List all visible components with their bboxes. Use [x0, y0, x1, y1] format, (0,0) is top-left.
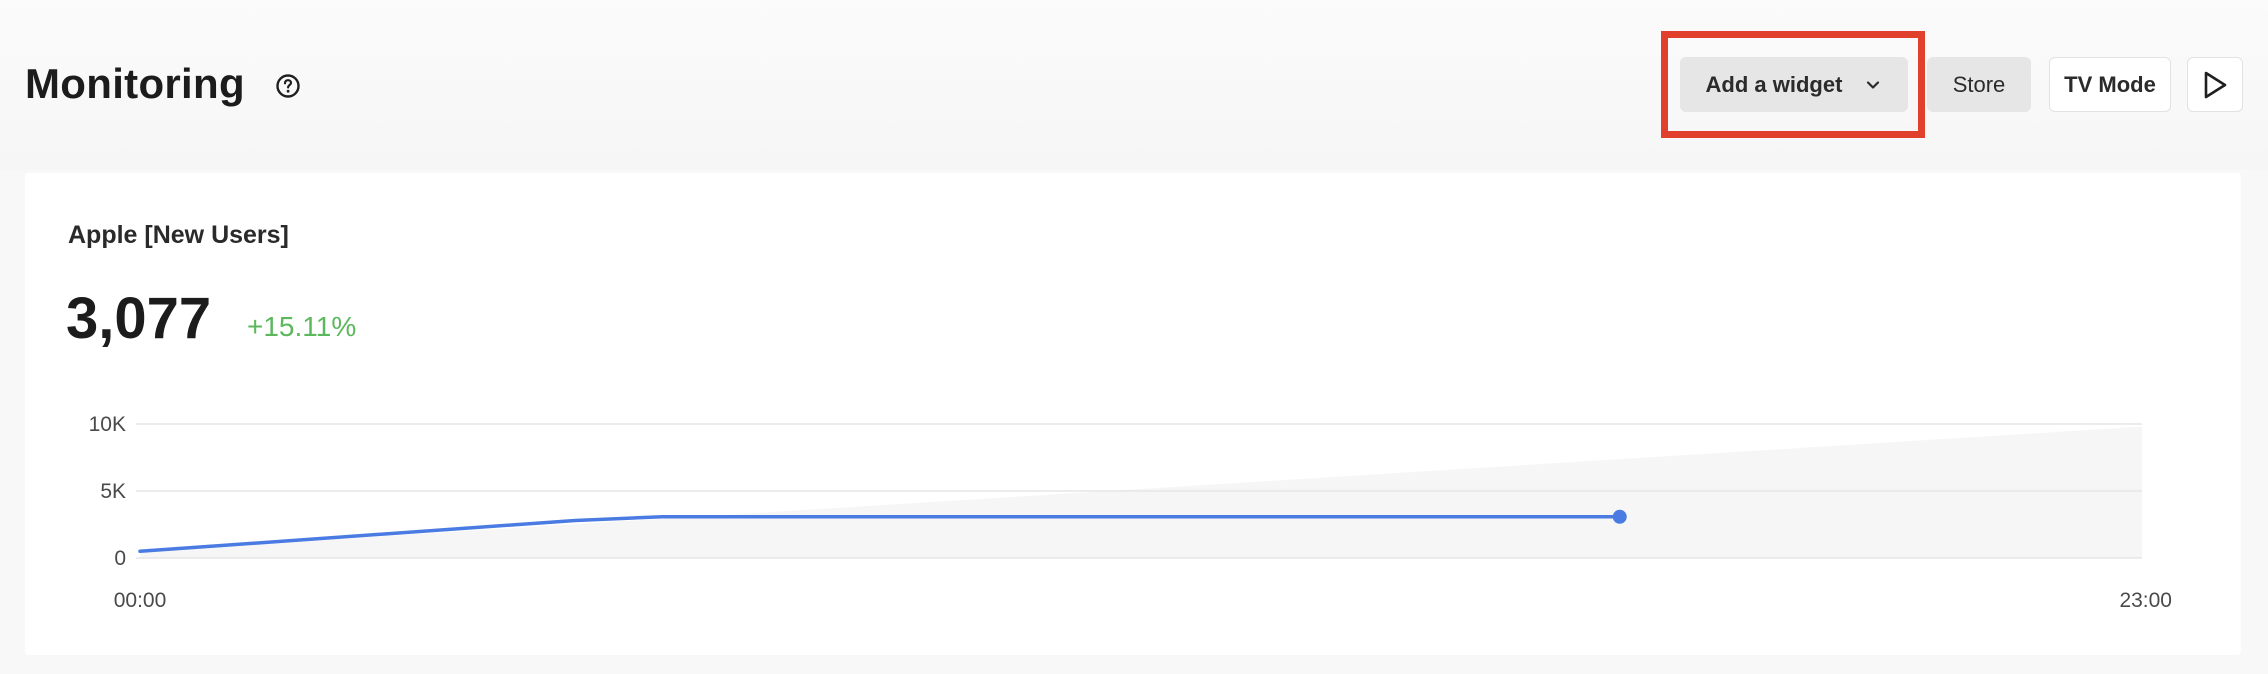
x-tick-label: 00:00 [114, 589, 167, 612]
x-tick-label: 23:00 [2119, 589, 2172, 612]
y-tick-label: 0 [114, 547, 126, 570]
y-tick-label: 5K [100, 480, 126, 503]
new-users-line-chart: 10K 5K 0 00:00 23:00 [89, 413, 2172, 612]
forecast-band [140, 426, 2142, 558]
series-endpoint [1612, 509, 1627, 524]
y-tick-label: 10K [89, 413, 126, 436]
